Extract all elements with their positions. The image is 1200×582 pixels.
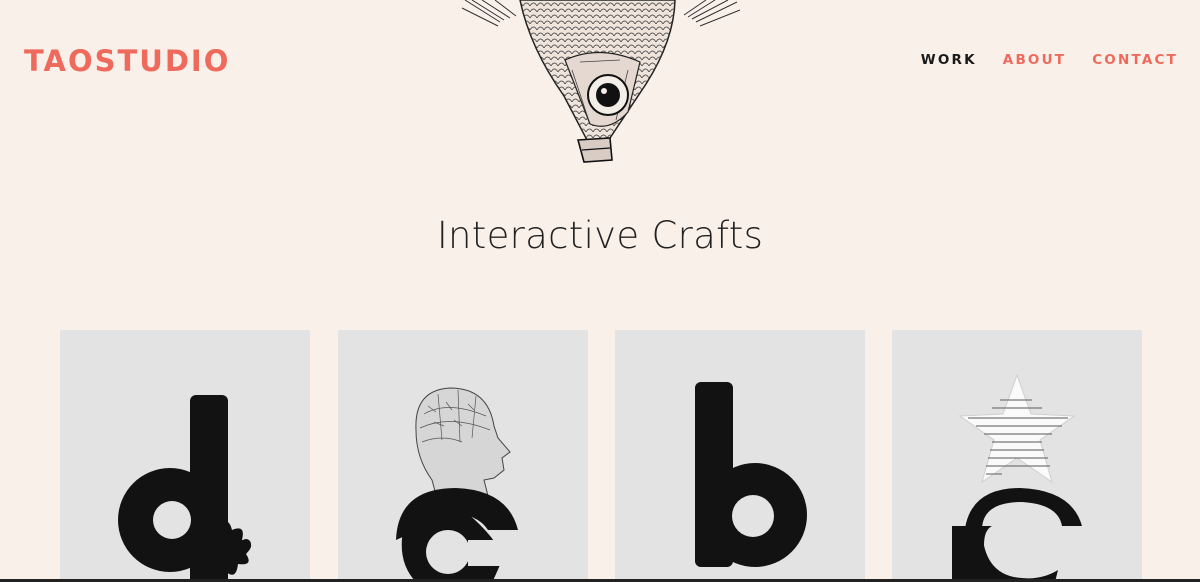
- engraved-fish-icon: [461, 0, 741, 163]
- page: TAOSTUDIO WORK ABOUT CONTACT Interactive…: [0, 0, 1200, 582]
- letter-b-illustration: [695, 382, 807, 567]
- project-card-b[interactable]: [615, 330, 865, 582]
- section-title: Interactive Crafts: [436, 214, 764, 257]
- letter-d-illustration: [118, 395, 252, 582]
- project-card-d[interactable]: [60, 330, 310, 582]
- code-star-illustration: [952, 373, 1098, 582]
- project-card-c-head[interactable]: [338, 330, 588, 582]
- project-card-c-star[interactable]: [892, 330, 1142, 582]
- nav-item-contact[interactable]: CONTACT: [1092, 52, 1178, 68]
- phrenology-head-illustration: [396, 387, 528, 582]
- nav-item-work[interactable]: WORK: [921, 52, 977, 68]
- logo[interactable]: TAOSTUDIO: [24, 44, 230, 78]
- main-nav: WORK ABOUT CONTACT: [921, 52, 1178, 68]
- nav-item-about[interactable]: ABOUT: [1003, 52, 1066, 68]
